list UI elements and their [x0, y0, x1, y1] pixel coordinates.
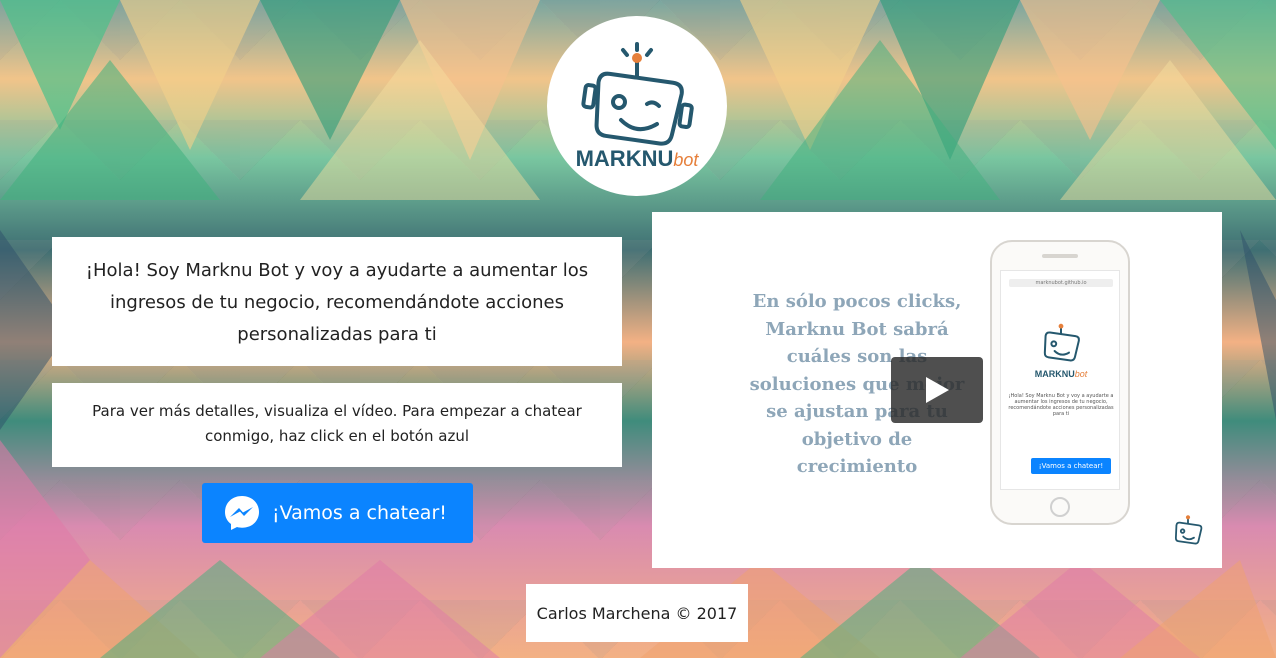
phone-speaker — [1042, 254, 1078, 258]
intro-headline: ¡Hola! Soy Marknu Bot y voy a ayudarte a… — [85, 260, 589, 345]
intro-headline-card: ¡Hola! Soy Marknu Bot y voy a ayudarte a… — [52, 237, 622, 366]
intro-details-card: Para ver más detalles, visualiza el víde… — [52, 383, 622, 467]
intro-details: Para ver más detalles, visualiza el víde… — [92, 402, 582, 445]
video-player[interactable]: En sólo pocos clicks, Marknu Bot sabrá c… — [652, 212, 1222, 568]
mini-wordmark: MARKNUbot — [1001, 369, 1121, 379]
mini-logo-brand: MARKNU — [1034, 369, 1075, 379]
play-icon — [926, 377, 949, 403]
phone-home-button — [1050, 497, 1070, 517]
phone-text: ¡Hola! Soy Marknu Bot y voy a ayudarte a… — [1008, 393, 1114, 417]
play-button[interactable] — [891, 357, 983, 423]
logo-brand: MARKNU — [575, 146, 674, 171]
phone-url: marknubot.github.io — [1009, 279, 1113, 287]
start-chat-label: ¡Vamos a chatear! — [272, 502, 447, 524]
phone-mockup: marknubot.github.io MARKNUbot ¡Hola! Soy… — [990, 240, 1130, 525]
brand-logo: MARKNUbot — [547, 16, 727, 196]
mini-robot-icon — [1043, 323, 1080, 362]
corner-robot-icon — [1174, 515, 1203, 545]
robot-icon — [581, 42, 694, 146]
footer-text: Carlos Marchena © 2017 — [536, 603, 738, 623]
messenger-icon — [225, 496, 259, 530]
phone-screen: marknubot.github.io MARKNUbot ¡Hola! Soy… — [1000, 270, 1120, 490]
footer-credit: Carlos Marchena © 2017 — [526, 584, 748, 642]
phone-chat-button: ¡Vamos a chatear! — [1031, 458, 1111, 474]
logo-suffix: bot — [673, 150, 699, 170]
start-chat-button[interactable]: ¡Vamos a chatear! — [202, 483, 473, 543]
mini-logo-suffix: bot — [1074, 369, 1088, 379]
